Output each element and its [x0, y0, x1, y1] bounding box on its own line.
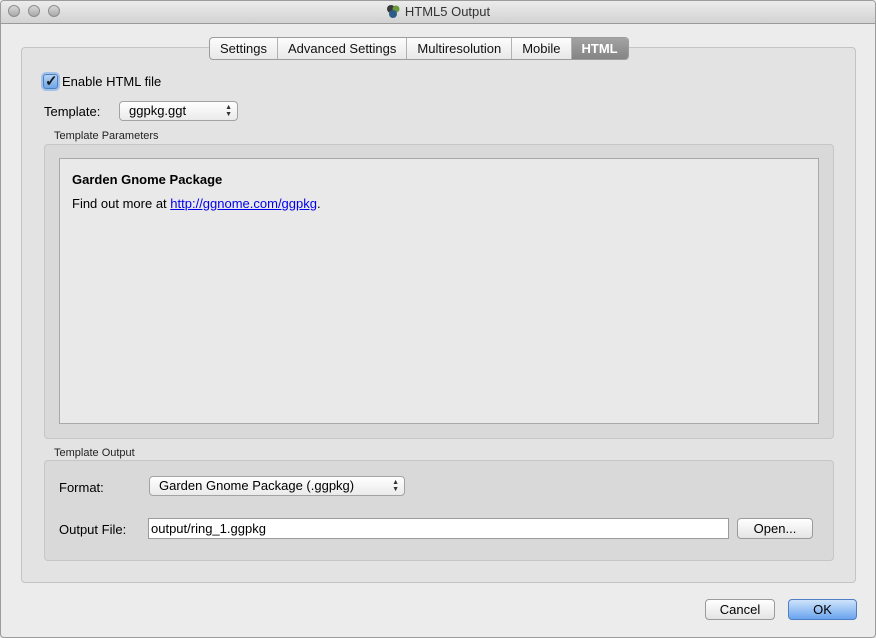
tab-bar: Settings Advanced Settings Multiresoluti… — [209, 37, 629, 60]
title-bar: HTML5 Output — [1, 1, 875, 24]
template-parameters-title: Template Parameters — [54, 130, 159, 142]
tab-html[interactable]: HTML — [571, 38, 628, 59]
package-heading: Garden Gnome Package — [72, 172, 223, 187]
tab-settings[interactable]: Settings — [210, 38, 278, 59]
cancel-button[interactable]: Cancel — [705, 599, 775, 620]
updown-arrows-icon: ▲ ▼ — [225, 104, 232, 118]
info-text-suffix: . — [316, 196, 321, 211]
ggpkg-link[interactable]: http://ggnome.com/ggpkg — [170, 196, 317, 211]
ok-button[interactable]: OK — [788, 599, 857, 620]
open-button[interactable]: Open... — [737, 518, 813, 539]
template-parameters-view: Garden Gnome Package Find out more at ht… — [59, 158, 819, 424]
info-text: Find out more at http://ggnome.com/ggpkg… — [72, 196, 321, 211]
format-label: Format: — [59, 480, 104, 495]
format-select[interactable]: Garden Gnome Package (.ggpkg) ▲ ▼ — [149, 476, 405, 496]
output-file-label: Output File: — [59, 522, 127, 537]
template-output-title: Template Output — [54, 447, 135, 459]
output-file-field[interactable]: output/ring_1.ggpkg — [148, 518, 729, 539]
tab-multiresolution[interactable]: Multiresolution — [407, 38, 513, 59]
template-select[interactable]: ggpkg.ggt ▲ ▼ — [119, 101, 238, 121]
checkmark-icon: ✓ — [45, 73, 58, 90]
info-text-prefix: Find out more at — [72, 196, 171, 211]
format-select-value: Garden Gnome Package (.ggpkg) — [159, 478, 355, 493]
tab-advanced-settings[interactable]: Advanced Settings — [278, 38, 408, 59]
template-select-value: ggpkg.ggt — [129, 103, 187, 118]
dialog-window: HTML5 Output Settings Advanced Settings … — [0, 0, 876, 638]
template-label: Template: — [44, 104, 101, 119]
window-title-wrap: HTML5 Output — [1, 4, 875, 22]
enable-html-checkbox[interactable]: ✓ — [43, 73, 58, 90]
app-logo-icon — [386, 4, 401, 22]
window-title: HTML5 Output — [404, 4, 491, 19]
enable-html-label: Enable HTML file — [62, 74, 162, 89]
updown-arrows-icon: ▲ ▼ — [392, 479, 399, 493]
tab-mobile[interactable]: Mobile — [512, 38, 572, 59]
